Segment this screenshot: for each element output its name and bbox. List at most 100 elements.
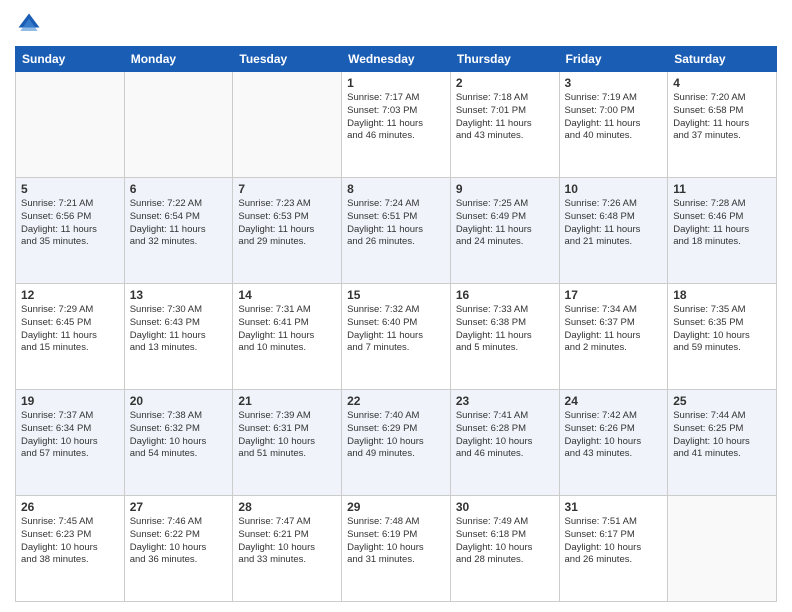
calendar-cell-2-1: 13 Sunrise: 7:30 AM Sunset: 6:43 PM Dayli…: [124, 284, 233, 390]
day-number: 22: [347, 394, 445, 408]
day-info: Sunrise: 7:26 AM Sunset: 6:48 PM Dayligh…: [565, 198, 663, 249]
day-number: 11: [673, 182, 771, 196]
day-number: 5: [21, 182, 119, 196]
calendar-cell-0-5: 3 Sunrise: 7:19 AM Sunset: 7:00 PM Daylig…: [559, 72, 668, 178]
calendar-cell-2-2: 14 Sunrise: 7:31 AM Sunset: 6:41 PM Dayli…: [233, 284, 342, 390]
day-number: 1: [347, 76, 445, 90]
calendar-cell-1-5: 10 Sunrise: 7:26 AM Sunset: 6:48 PM Dayli…: [559, 178, 668, 284]
day-info: Sunrise: 7:37 AM Sunset: 6:34 PM Dayligh…: [21, 410, 119, 461]
logo: [15, 10, 47, 38]
day-info: Sunrise: 7:28 AM Sunset: 6:46 PM Dayligh…: [673, 198, 771, 249]
calendar-cell-3-1: 20 Sunrise: 7:38 AM Sunset: 6:32 PM Dayli…: [124, 390, 233, 496]
calendar-cell-4-4: 30 Sunrise: 7:49 AM Sunset: 6:18 PM Dayli…: [450, 496, 559, 602]
day-info: Sunrise: 7:47 AM Sunset: 6:21 PM Dayligh…: [238, 516, 336, 567]
day-number: 25: [673, 394, 771, 408]
day-number: 13: [130, 288, 228, 302]
day-number: 21: [238, 394, 336, 408]
calendar-cell-1-4: 9Sunrise: 7:25 AM Sunset: 6:49 PM Daylig…: [450, 178, 559, 284]
calendar-cell-3-6: 25 Sunrise: 7:44 AM Sunset: 6:25 PM Dayli…: [668, 390, 777, 496]
day-info: Sunrise: 7:23 AM Sunset: 6:53 PM Dayligh…: [238, 198, 336, 249]
day-number: 2: [456, 76, 554, 90]
day-info: Sunrise: 7:32 AM Sunset: 6:40 PM Dayligh…: [347, 304, 445, 355]
day-info: Sunrise: 7:35 AM Sunset: 6:35 PM Dayligh…: [673, 304, 771, 355]
weekday-header-row: SundayMondayTuesdayWednesdayThursdayFrid…: [16, 47, 777, 72]
day-number: 30: [456, 500, 554, 514]
day-info: Sunrise: 7:40 AM Sunset: 6:29 PM Dayligh…: [347, 410, 445, 461]
header: [15, 10, 777, 38]
day-number: 14: [238, 288, 336, 302]
calendar-cell-2-3: 15 Sunrise: 7:32 AM Sunset: 6:40 PM Dayli…: [342, 284, 451, 390]
day-info: Sunrise: 7:39 AM Sunset: 6:31 PM Dayligh…: [238, 410, 336, 461]
day-number: 12: [21, 288, 119, 302]
day-number: 23: [456, 394, 554, 408]
day-number: 31: [565, 500, 663, 514]
calendar-cell-4-2: 28Sunrise: 7:47 AM Sunset: 6:21 PM Dayli…: [233, 496, 342, 602]
weekday-thursday: Thursday: [450, 47, 559, 72]
calendar-cell-3-5: 24 Sunrise: 7:42 AM Sunset: 6:26 PM Dayli…: [559, 390, 668, 496]
calendar-cell-2-4: 16 Sunrise: 7:33 AM Sunset: 6:38 PM Dayli…: [450, 284, 559, 390]
calendar-cell-1-2: 7 Sunrise: 7:23 AM Sunset: 6:53 PM Daylig…: [233, 178, 342, 284]
day-number: 17: [565, 288, 663, 302]
calendar-cell-0-1: [124, 72, 233, 178]
calendar-cell-2-0: 12 Sunrise: 7:29 AM Sunset: 6:45 PM Dayli…: [16, 284, 125, 390]
calendar-cell-0-3: 1Sunrise: 7:17 AM Sunset: 7:03 PM Daylig…: [342, 72, 451, 178]
day-number: 15: [347, 288, 445, 302]
calendar-cell-0-6: 4Sunrise: 7:20 AM Sunset: 6:58 PM Daylig…: [668, 72, 777, 178]
calendar-cell-2-5: 17 Sunrise: 7:34 AM Sunset: 6:37 PM Dayli…: [559, 284, 668, 390]
weekday-friday: Friday: [559, 47, 668, 72]
day-info: Sunrise: 7:34 AM Sunset: 6:37 PM Dayligh…: [565, 304, 663, 355]
calendar-cell-4-1: 27 Sunrise: 7:46 AM Sunset: 6:22 PM Dayli…: [124, 496, 233, 602]
day-info: Sunrise: 7:30 AM Sunset: 6:43 PM Dayligh…: [130, 304, 228, 355]
calendar-week-3: 19 Sunrise: 7:37 AM Sunset: 6:34 PM Dayli…: [16, 390, 777, 496]
day-number: 24: [565, 394, 663, 408]
day-info: Sunrise: 7:22 AM Sunset: 6:54 PM Dayligh…: [130, 198, 228, 249]
weekday-monday: Monday: [124, 47, 233, 72]
day-number: 3: [565, 76, 663, 90]
logo-icon: [15, 10, 43, 38]
calendar-cell-1-3: 8Sunrise: 7:24 AM Sunset: 6:51 PM Daylig…: [342, 178, 451, 284]
calendar-week-1: 5 Sunrise: 7:21 AM Sunset: 6:56 PM Daylig…: [16, 178, 777, 284]
weekday-saturday: Saturday: [668, 47, 777, 72]
calendar-week-4: 26 Sunrise: 7:45 AM Sunset: 6:23 PM Dayli…: [16, 496, 777, 602]
calendar-cell-2-6: 18 Sunrise: 7:35 AM Sunset: 6:35 PM Dayli…: [668, 284, 777, 390]
day-number: 27: [130, 500, 228, 514]
day-number: 6: [130, 182, 228, 196]
calendar-cell-0-4: 2Sunrise: 7:18 AM Sunset: 7:01 PM Daylig…: [450, 72, 559, 178]
calendar-table: SundayMondayTuesdayWednesdayThursdayFrid…: [15, 46, 777, 602]
day-info: Sunrise: 7:20 AM Sunset: 6:58 PM Dayligh…: [673, 92, 771, 143]
day-number: 20: [130, 394, 228, 408]
day-number: 29: [347, 500, 445, 514]
calendar-cell-3-4: 23 Sunrise: 7:41 AM Sunset: 6:28 PM Dayli…: [450, 390, 559, 496]
day-info: Sunrise: 7:21 AM Sunset: 6:56 PM Dayligh…: [21, 198, 119, 249]
day-number: 10: [565, 182, 663, 196]
day-info: Sunrise: 7:46 AM Sunset: 6:22 PM Dayligh…: [130, 516, 228, 567]
day-info: Sunrise: 7:45 AM Sunset: 6:23 PM Dayligh…: [21, 516, 119, 567]
day-info: Sunrise: 7:33 AM Sunset: 6:38 PM Dayligh…: [456, 304, 554, 355]
calendar-cell-4-0: 26 Sunrise: 7:45 AM Sunset: 6:23 PM Dayli…: [16, 496, 125, 602]
calendar-cell-0-0: [16, 72, 125, 178]
day-number: 26: [21, 500, 119, 514]
day-info: Sunrise: 7:29 AM Sunset: 6:45 PM Dayligh…: [21, 304, 119, 355]
calendar-cell-1-0: 5 Sunrise: 7:21 AM Sunset: 6:56 PM Daylig…: [16, 178, 125, 284]
day-info: Sunrise: 7:44 AM Sunset: 6:25 PM Dayligh…: [673, 410, 771, 461]
day-info: Sunrise: 7:19 AM Sunset: 7:00 PM Dayligh…: [565, 92, 663, 143]
day-info: Sunrise: 7:49 AM Sunset: 6:18 PM Dayligh…: [456, 516, 554, 567]
weekday-wednesday: Wednesday: [342, 47, 451, 72]
day-info: Sunrise: 7:25 AM Sunset: 6:49 PM Dayligh…: [456, 198, 554, 249]
weekday-sunday: Sunday: [16, 47, 125, 72]
day-info: Sunrise: 7:31 AM Sunset: 6:41 PM Dayligh…: [238, 304, 336, 355]
calendar-week-2: 12 Sunrise: 7:29 AM Sunset: 6:45 PM Dayli…: [16, 284, 777, 390]
day-number: 8: [347, 182, 445, 196]
day-info: Sunrise: 7:41 AM Sunset: 6:28 PM Dayligh…: [456, 410, 554, 461]
calendar-week-0: 1Sunrise: 7:17 AM Sunset: 7:03 PM Daylig…: [16, 72, 777, 178]
day-number: 16: [456, 288, 554, 302]
calendar-cell-3-2: 21 Sunrise: 7:39 AM Sunset: 6:31 PM Dayli…: [233, 390, 342, 496]
day-info: Sunrise: 7:42 AM Sunset: 6:26 PM Dayligh…: [565, 410, 663, 461]
day-info: Sunrise: 7:38 AM Sunset: 6:32 PM Dayligh…: [130, 410, 228, 461]
page: SundayMondayTuesdayWednesdayThursdayFrid…: [0, 0, 792, 612]
day-number: 7: [238, 182, 336, 196]
day-number: 19: [21, 394, 119, 408]
calendar-cell-4-6: [668, 496, 777, 602]
calendar-cell-3-3: 22 Sunrise: 7:40 AM Sunset: 6:29 PM Dayli…: [342, 390, 451, 496]
day-number: 18: [673, 288, 771, 302]
